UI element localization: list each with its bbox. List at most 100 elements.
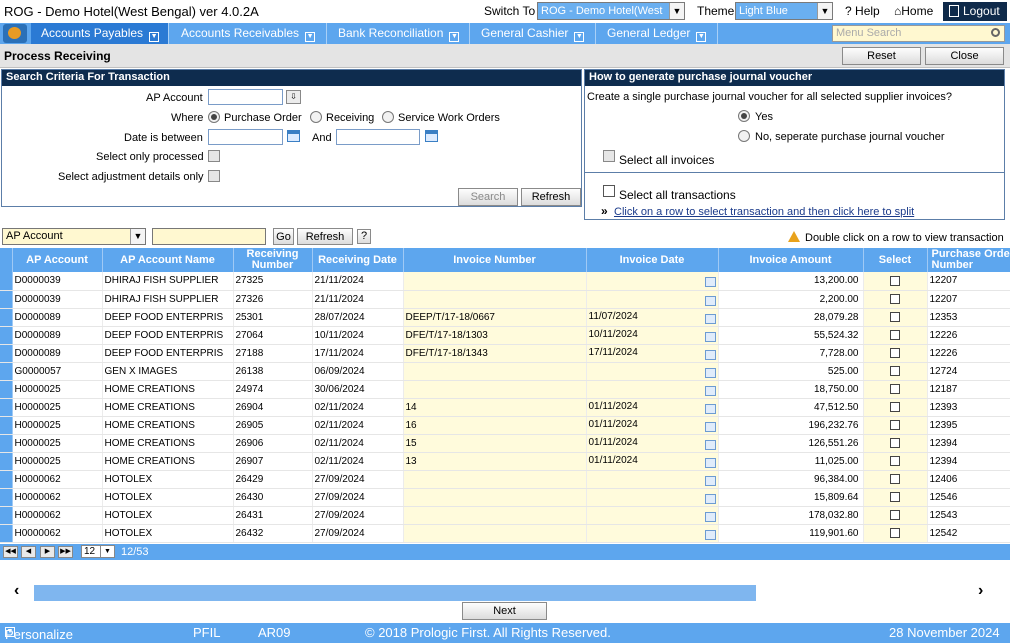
cell-select[interactable] (863, 452, 928, 471)
select-all-transactions-checkbox[interactable] (603, 185, 615, 197)
select-all-invoices-checkbox[interactable] (603, 150, 615, 162)
table-row[interactable]: D0000039 DHIRAJ FISH SUPPLIER 27326 21/11/2… (0, 290, 1010, 309)
grid-refresh-button[interactable]: Refresh (297, 228, 353, 245)
calendar-icon[interactable] (704, 421, 716, 432)
search-icon[interactable] (991, 28, 1000, 37)
cell-select[interactable] (863, 488, 928, 507)
cell-invoice-date[interactable]: 01/11/2024 (586, 452, 719, 471)
switch-property-select[interactable]: ROG - Demo Hotel(West ▼ (537, 2, 685, 20)
help-icon[interactable]: ? (357, 229, 371, 244)
calendar-icon[interactable] (704, 493, 716, 504)
calendar-icon[interactable] (704, 457, 716, 468)
cell-invoice-number[interactable]: 13 (403, 452, 587, 471)
date-from-input[interactable] (208, 129, 283, 145)
cell-invoice-date[interactable] (586, 272, 719, 291)
col-invoice-amount[interactable]: Invoice Amount (718, 248, 864, 272)
col-invoice-date[interactable]: Invoice Date (586, 248, 719, 272)
table-row[interactable]: H0000062 HOTOLEX 26432 27/09/2024 119,901.60… (0, 524, 1010, 543)
cell-invoice-date[interactable] (586, 524, 719, 543)
cell-invoice-date[interactable]: 01/11/2024 (586, 398, 719, 417)
lookup-icon[interactable]: ⇩ (286, 90, 301, 104)
table-row[interactable]: H0000025 HOME CREATIONS 26907 02/11/2024 13 0… (0, 452, 1010, 471)
cell-select[interactable] (863, 326, 928, 345)
next-button[interactable]: Next (462, 602, 547, 620)
cell-invoice-number[interactable] (403, 488, 587, 507)
table-row[interactable]: H0000025 HOME CREATIONS 26906 02/11/2024 15 0… (0, 434, 1010, 453)
split-transaction-link[interactable]: Click on a row to select transaction and… (614, 206, 914, 218)
ap-account-input[interactable] (208, 89, 283, 105)
calendar-icon[interactable] (704, 277, 716, 288)
cell-invoice-number[interactable] (403, 470, 587, 489)
cell-invoice-date[interactable]: 01/11/2024 (586, 416, 719, 435)
cell-invoice-date[interactable] (586, 488, 719, 507)
grid-filter-field-select[interactable]: AP Account ▼ (2, 228, 146, 245)
col-ap-account[interactable]: AP Account (12, 248, 103, 272)
cell-select[interactable] (863, 506, 928, 525)
menu-general-cashier[interactable]: General Cashier ▼ (471, 23, 596, 44)
cell-select[interactable] (863, 398, 928, 417)
theme-select[interactable]: Light Blue ▼ (735, 2, 833, 20)
calendar-icon[interactable] (704, 439, 716, 450)
select-checkbox[interactable] (890, 491, 900, 502)
cell-invoice-number[interactable]: 16 (403, 416, 587, 435)
calendar-icon[interactable] (704, 511, 716, 522)
calendar-icon[interactable] (704, 529, 716, 540)
calendar-icon[interactable] (704, 313, 716, 324)
where-receiving-radio[interactable] (310, 111, 322, 123)
table-row[interactable]: H0000025 HOME CREATIONS 24974 30/06/2024 18,… (0, 380, 1010, 399)
select-checkbox[interactable] (890, 275, 900, 286)
previous-page-icon[interactable]: ◀ (21, 546, 36, 558)
select-checkbox[interactable] (890, 311, 900, 322)
page-size-select[interactable]: 12 ▼ (81, 545, 115, 558)
select-checkbox[interactable] (890, 437, 900, 448)
table-row[interactable]: D0000089 DEEP FOOD ENTERPRIS 27188 17/11/20… (0, 344, 1010, 363)
cell-invoice-number[interactable] (403, 380, 587, 399)
cell-invoice-date[interactable]: 11/07/2024 (586, 308, 719, 327)
horizontal-scrollbar-thumb[interactable] (34, 585, 756, 601)
cell-select[interactable] (863, 524, 928, 543)
app-logo-icon[interactable] (3, 24, 27, 43)
select-checkbox[interactable] (890, 473, 900, 484)
calendar-icon[interactable] (704, 475, 716, 486)
cell-select[interactable] (863, 362, 928, 381)
cell-invoice-date[interactable]: 17/11/2024 (586, 344, 719, 363)
cell-invoice-date[interactable]: 10/11/2024 (586, 326, 719, 345)
table-row[interactable]: D0000089 DEEP FOOD ENTERPRIS 25301 28/07/20… (0, 308, 1010, 327)
grid-filter-input[interactable] (152, 228, 266, 245)
calendar-icon[interactable] (704, 367, 716, 378)
home-link[interactable]: ⌂Home (894, 4, 933, 18)
col-select[interactable]: Select (863, 248, 928, 272)
where-purchase-order-radio[interactable] (208, 111, 220, 123)
last-page-icon[interactable]: ▶▶ (58, 546, 73, 558)
cell-select[interactable] (863, 416, 928, 435)
cell-invoice-number[interactable] (403, 524, 587, 543)
calendar-icon[interactable] (287, 130, 300, 142)
calendar-icon[interactable] (704, 295, 716, 306)
cell-invoice-number[interactable]: 14 (403, 398, 587, 417)
col-invoice-number[interactable]: Invoice Number (403, 248, 587, 272)
calendar-icon[interactable] (704, 385, 716, 396)
cell-select[interactable] (863, 470, 928, 489)
cell-invoice-number[interactable]: DEEP/T/17-18/0667 (403, 308, 587, 327)
cell-invoice-date[interactable] (586, 290, 719, 309)
cell-select[interactable] (863, 290, 928, 309)
journal-no-radio[interactable] (738, 130, 750, 142)
table-row[interactable]: H0000062 HOTOLEX 26429 27/09/2024 96,384.00 1… (0, 470, 1010, 489)
cell-select[interactable] (863, 308, 928, 327)
cell-select[interactable] (863, 272, 928, 291)
select-checkbox[interactable] (890, 419, 900, 430)
help-link[interactable]: ? Help (845, 4, 880, 18)
scroll-left-icon[interactable]: ‹ (14, 582, 19, 600)
table-row[interactable]: D0000039 DHIRAJ FISH SUPPLIER 27325 21/11/2… (0, 272, 1010, 291)
cell-select[interactable] (863, 344, 928, 363)
menu-general-ledger[interactable]: General Ledger ▼ (597, 23, 718, 44)
cell-invoice-date[interactable] (586, 362, 719, 381)
refresh-criteria-button[interactable]: Refresh (521, 188, 581, 206)
calendar-icon[interactable] (425, 130, 438, 142)
journal-yes-radio[interactable] (738, 110, 750, 122)
menu-accounts-receivables[interactable]: Accounts Receivables ▼ (171, 23, 327, 44)
cell-invoice-date[interactable] (586, 380, 719, 399)
search-button[interactable]: Search (458, 188, 518, 206)
menu-search-input[interactable]: Menu Search (832, 25, 1005, 42)
select-checkbox[interactable] (890, 365, 900, 376)
